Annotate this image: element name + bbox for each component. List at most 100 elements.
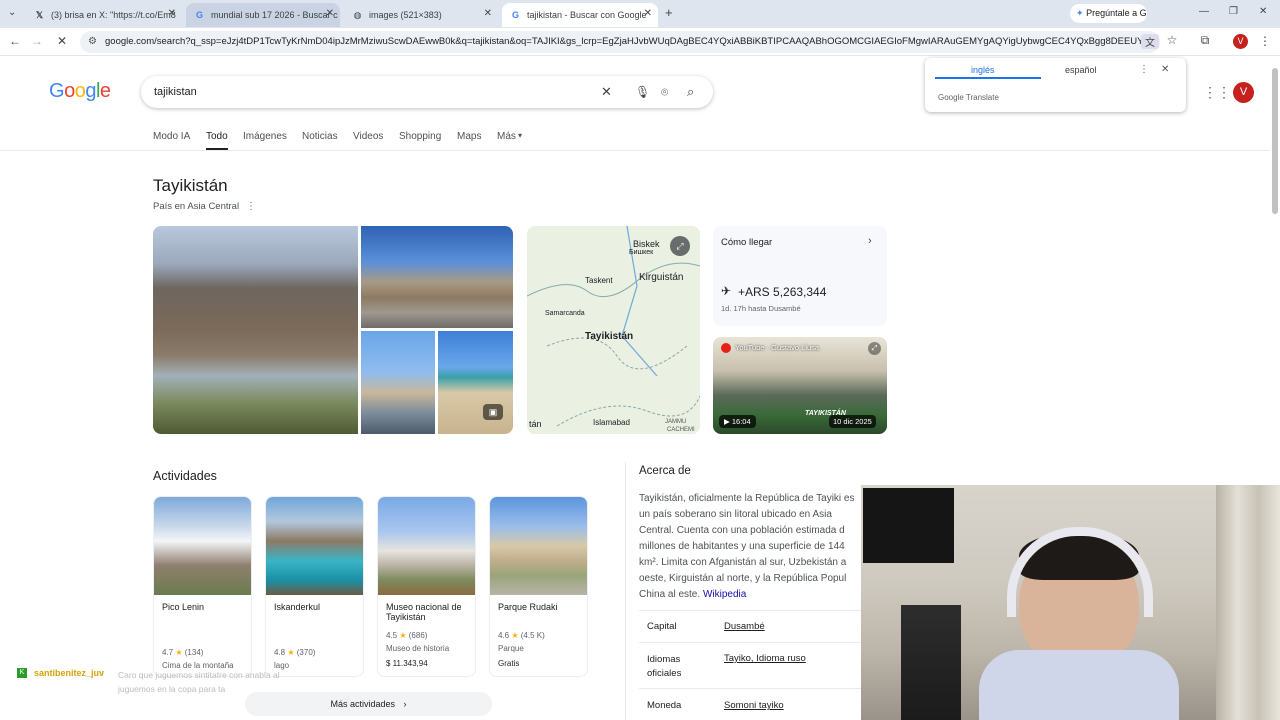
tab-tajikistan-active[interactable]: G tajikistan - Buscar con Google ✕ [502, 3, 658, 27]
close-icon[interactable]: ✕ [644, 8, 652, 19]
webcam-chair [901, 605, 961, 720]
tab-shopping[interactable]: Shopping [399, 131, 441, 142]
tab-images[interactable]: ◍ images (521×383) ✕ [344, 3, 498, 27]
map-label-tayikistan: Tayikistán [585, 331, 634, 342]
about-divider [625, 462, 626, 720]
site-info-icon[interactable]: ⚙ [88, 31, 97, 53]
gemini-sparkle-icon: ✦ [1076, 8, 1084, 18]
road-mountains-image[interactable] [361, 226, 513, 328]
review-count: (134) [184, 648, 204, 657]
directions-card[interactable]: Cómo llegar › ✈ +ARS 5,263,344 1d. 17h h… [713, 226, 887, 326]
tab-twitter[interactable]: 𝕏 (3) brisa en X: "https://t.co/Em8 ✕ [26, 3, 182, 27]
account-avatar[interactable]: V [1233, 82, 1254, 103]
tab-label: tajikistan - Buscar con Google [527, 10, 647, 20]
activity-card-iskanderkul[interactable]: Iskanderkul 4.8 ★ (370) lago [265, 496, 364, 677]
directions-label: Cómo llegar [721, 237, 773, 248]
search-icon[interactable]: ⌕ [687, 76, 694, 108]
clear-icon[interactable]: ✕ [601, 76, 612, 108]
maximize-icon[interactable]: ❐ [1229, 6, 1238, 17]
tab-maps[interactable]: Maps [457, 131, 481, 142]
video-duration-badge: ▶ 16:04 [719, 415, 756, 428]
webcam-person-body [979, 650, 1179, 720]
translate-brand: Google Translate [938, 93, 999, 102]
city-building-image[interactable] [361, 331, 435, 434]
fact-value-capital[interactable]: Dusambé [724, 621, 765, 632]
wikipedia-link[interactable]: Wikipedia [703, 589, 746, 600]
activity-card-museo[interactable]: Museo nacional de Tayikistán 4.5 ★ (686)… [377, 496, 476, 677]
lang-target-tab[interactable]: español [1065, 65, 1097, 75]
video-date-badge: 10 dic 2025 [829, 415, 876, 428]
close-icon[interactable]: ✕ [326, 8, 334, 19]
divider [639, 688, 861, 689]
review-count: (370) [296, 648, 316, 657]
search-input[interactable]: tajikistan [154, 86, 197, 98]
stop-icon[interactable]: ✕ [53, 34, 71, 48]
translate-page-icon[interactable]: 文 [1141, 34, 1159, 49]
activity-rating: 4.5 ★ (686) [386, 631, 427, 640]
tab-label: images (521×383) [369, 10, 442, 20]
browser-menu-icon[interactable]: ⋮ [1256, 34, 1274, 48]
translate-options-icon[interactable]: ⋮ [1139, 64, 1149, 75]
minimize-icon[interactable]: — [1199, 6, 1209, 17]
activity-card-pico-lenin[interactable]: Pico Lenin 4.7 ★ (134) Cima de la montañ… [153, 496, 252, 677]
tab-noticias[interactable]: Noticias [302, 131, 338, 142]
tab-mundial[interactable]: G mundial sub 17 2026 - Buscar c ✕ [186, 3, 340, 27]
divider [639, 642, 861, 643]
search-box[interactable]: tajikistan ✕ 🎙 ⌾ ⌕ [141, 76, 713, 108]
gemini-label: Pregúntale a Gemini [1086, 8, 1147, 18]
tab-mas[interactable]: Más [497, 131, 516, 142]
divider [639, 610, 861, 611]
back-icon[interactable]: ← [6, 34, 24, 48]
landscape-river-image[interactable] [153, 226, 358, 434]
new-tab-icon[interactable]: + [665, 5, 673, 20]
window-close-icon[interactable]: ✕ [1259, 6, 1267, 17]
apps-grid-icon[interactable]: ⋮⋮ [1203, 84, 1231, 101]
expand-video-icon[interactable]: ⤢ [868, 342, 881, 355]
scrollbar-thumb[interactable] [1272, 68, 1278, 214]
address-bar[interactable]: ⚙ google.com/search?q_ssp=eJzj4tDP1TcwTy… [80, 31, 1160, 53]
tab-videos[interactable]: Videos [353, 131, 383, 142]
activity-card-parque-rudaki[interactable]: Parque Rudaki 4.6 ★ (4.5 K) Parque Grati… [489, 496, 588, 677]
close-icon[interactable]: ✕ [484, 8, 492, 19]
rating-value: 4.6 [498, 631, 510, 640]
tab-modo-ia[interactable]: Modo IA [153, 131, 190, 142]
mic-icon[interactable]: 🎙 [635, 76, 650, 108]
webcam-overlay [861, 485, 1280, 720]
tab-list-chevron-icon[interactable]: ⌄ [8, 7, 16, 18]
review-count: (686) [408, 631, 428, 640]
entity-subtitle: País en Asia Central [153, 201, 240, 212]
fact-value-moneda[interactable]: Somoni tayiko [724, 700, 784, 711]
google-logo[interactable]: Google [49, 80, 111, 103]
video-thumbnail[interactable]: YouTube · Gustavo Llusa ⤢ TAYIKISTÁN ▶ 1… [713, 337, 887, 434]
image-gallery-icon[interactable]: ▣ [483, 404, 503, 420]
about-description: Tayikistán, oficialmente la República de… [639, 493, 855, 600]
lang-active-underline [935, 77, 1041, 79]
activity-image [266, 497, 363, 595]
profile-avatar[interactable]: V [1233, 34, 1248, 49]
lens-icon[interactable]: ⌾ [661, 76, 668, 108]
mosque-image[interactable]: ▣ [438, 331, 513, 434]
entity-options-icon[interactable]: ⋮ [246, 201, 256, 212]
forward-icon[interactable]: → [28, 34, 46, 48]
extensions-icon[interactable]: ⧉ [1196, 33, 1214, 48]
bookmark-star-icon[interactable]: ☆ [1163, 33, 1181, 47]
translate-popup: inglés español ⋮ ✕ Google Translate [925, 58, 1186, 112]
expand-map-icon[interactable]: ⤢ [670, 236, 690, 256]
chat-message: Caro que juguemos sintitatre con anabla … [118, 670, 280, 694]
lang-source-tab[interactable]: inglés [971, 65, 995, 75]
close-icon[interactable]: ✕ [168, 8, 176, 19]
translate-close-icon[interactable]: ✕ [1161, 64, 1169, 75]
map-thumbnail[interactable]: Biskek Бишкек Kirguistán Taskent Samarca… [527, 226, 700, 434]
tab-imagenes[interactable]: Imágenes [243, 131, 287, 142]
chat-overlay: K santibenitez_juv Caro que juguemos sin… [14, 666, 294, 716]
gemini-button[interactable]: ✦ Pregúntale a Gemini [1070, 4, 1147, 23]
fact-value-idiomas[interactable]: Tayiko, Idioma ruso [724, 653, 806, 664]
x-logo-icon: 𝕏 [35, 9, 44, 20]
activity-price: Gratis [498, 659, 520, 668]
map-label-samarcanda: Samarcanda [545, 310, 585, 317]
star-icon: ★ [175, 648, 183, 657]
tabs-divider [0, 150, 1270, 151]
review-count: (4.5 K) [520, 631, 545, 640]
tab-todo[interactable]: Todo [206, 131, 228, 142]
activity-type: Museo de historia [386, 644, 450, 653]
